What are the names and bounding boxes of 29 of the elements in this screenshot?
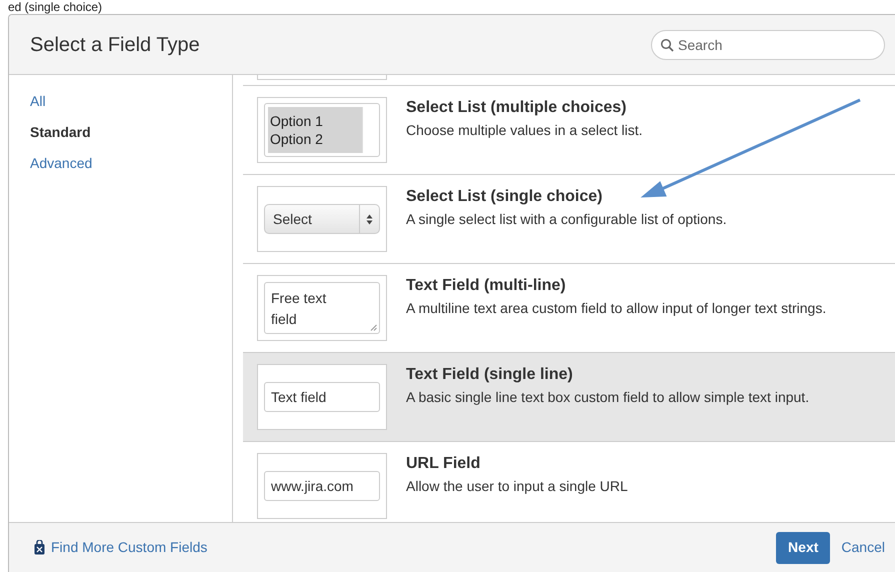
sidebar-item[interactable]: Standard [30,122,232,143]
field-type-description: Choose multiple values in a select list. [406,121,643,140]
select-box: Select [264,204,380,234]
resize-grip-icon [370,324,377,331]
field-type-description: A basic single line text box custom field to allow simple text input. [406,388,810,407]
field-type-name: Select List (multiple choices) [406,98,628,118]
text-input-box: www.jira.com [264,471,380,501]
search-icon [660,38,674,52]
caption-text: ed (single choice) [8,0,102,14]
field-type-name: Text Field (multi-line) [406,276,567,296]
text-input-box: Text field [264,382,380,412]
updown-icon [366,214,373,224]
field-type-description: Allow the user to input a single URL [406,477,628,496]
field-type-row[interactable]: Text field Text Field (single line) A basic single line text box custom field to allow simple text input. [243,353,895,442]
field-type-name: Text Field (single line) [406,365,574,385]
field-type-name: Select List (single choice) [406,187,604,207]
sidebar-item[interactable]: All [30,91,232,112]
field-type-description: A multiline text area custom field to allow input of longer text strings. [406,299,826,318]
option-text: Option 1 [270,112,324,130]
cancel-link[interactable]: Cancel [841,537,885,558]
field-type-name: URL Field [406,454,482,474]
dialog-title: Select a Field Type [30,32,200,58]
sidebar-item[interactable]: Advanced [30,153,232,174]
field-type-description: A single select list with a configurable list of options. [406,210,727,229]
find-more-link[interactable]: Find More Custom Fields [34,537,208,558]
search-field[interactable]: Search [651,30,885,60]
next-button[interactable]: Next [776,532,830,564]
textarea-box: Free text field [264,282,380,334]
option-text: Option 2 [270,130,324,148]
